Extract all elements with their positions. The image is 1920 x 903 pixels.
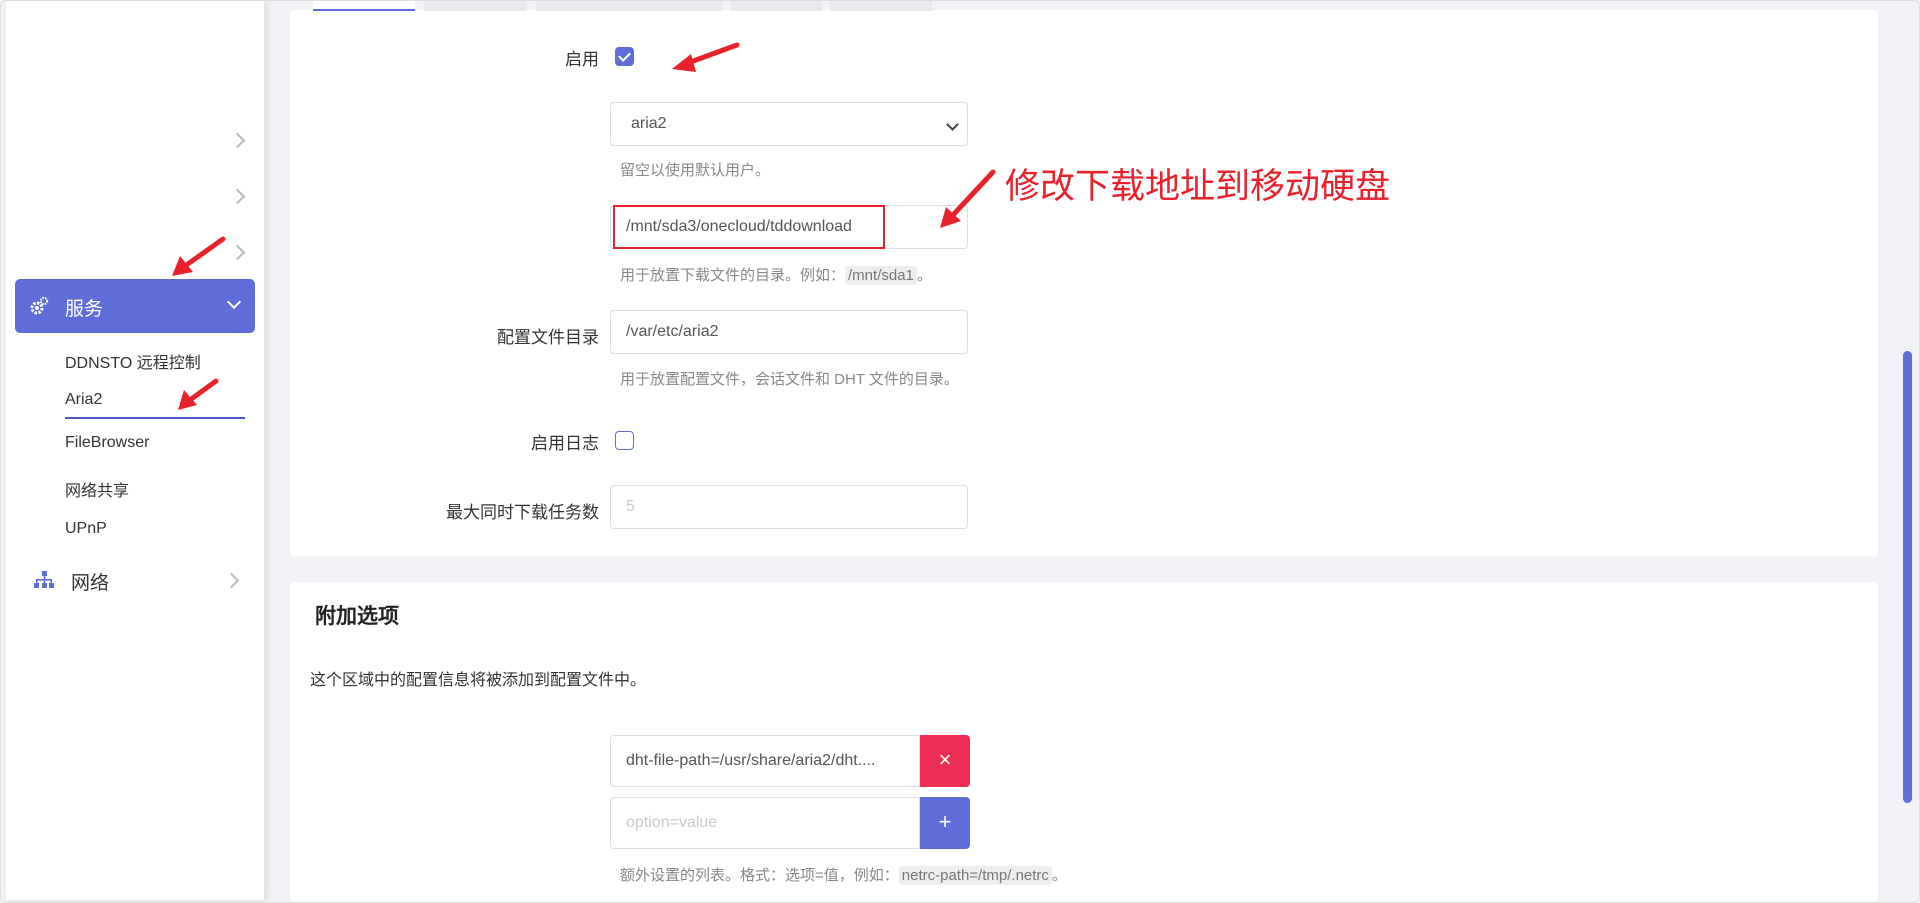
user-select[interactable]: aria2	[610, 102, 968, 146]
config-dir-hint: 用于放置配置文件，会话文件和 DHT 文件的目录。	[620, 371, 959, 388]
tab-basic[interactable]	[313, 0, 415, 11]
chevron-right-icon	[223, 572, 240, 589]
tab-3[interactable]	[536, 0, 723, 11]
config-dir-label: 配置文件目录	[497, 328, 599, 347]
sidebar-group-services[interactable]: 服务	[15, 279, 255, 333]
tab-4[interactable]	[731, 0, 822, 11]
extra-option-input[interactable]	[610, 735, 920, 787]
chevron-right-icon[interactable]	[229, 132, 246, 149]
chevron-right-icon[interactable]	[229, 244, 246, 261]
download-dir-input[interactable]	[610, 205, 968, 249]
tab-5[interactable]	[830, 0, 932, 11]
add-option-button[interactable]: +	[920, 797, 970, 849]
basic-settings-card	[290, 10, 1878, 556]
extra-hint: 额外设置的列表。格式：选项=值，例如： netrc-path=/tmp/.netr…	[620, 864, 1067, 885]
section-description: 这个区域中的配置信息将被添加到配置文件中。	[310, 672, 647, 689]
enable-checkbox[interactable]	[615, 47, 634, 66]
extra-options-card	[290, 582, 1878, 903]
user-hint: 留空以使用默认用户。	[620, 162, 771, 179]
sidebar-item-aria2[interactable]: Aria2	[65, 391, 247, 419]
hint-text: 。	[1051, 867, 1067, 884]
sidebar-item-filebrowser[interactable]: FileBrowser	[65, 434, 149, 452]
sidebar: 服务 DDNSTO 远程控制 Aria2 FileBrowser 网络共享 UP…	[6, 0, 265, 900]
sidebar-group-label: 网络	[71, 573, 110, 594]
hint-text: 。	[916, 267, 932, 284]
remove-option-button[interactable]: ×	[920, 735, 970, 787]
config-dir-input[interactable]	[610, 310, 968, 354]
max-tasks-label: 最大同时下载任务数	[446, 503, 599, 522]
log-checkbox[interactable]	[615, 431, 634, 450]
new-option-input[interactable]	[610, 797, 920, 849]
sidebar-item-network-share[interactable]: 网络共享	[65, 477, 129, 501]
sidebar-group-network[interactable]: 网络	[26, 565, 256, 595]
tab-2[interactable]	[424, 0, 527, 11]
section-title: 附加选项	[315, 605, 399, 628]
download-dir-hint: 用于放置下载文件的目录。例如：/mnt/sda1。	[620, 264, 932, 285]
sidebar-item-ddnsto[interactable]: DDNSTO 远程控制	[65, 349, 201, 373]
enable-label: 启用	[565, 50, 599, 69]
chevron-right-icon[interactable]	[229, 188, 246, 205]
hint-text: 用于放置下载文件的目录。例如：	[620, 267, 846, 284]
gears-icon	[30, 296, 49, 315]
sidebar-item-upnp[interactable]: UPnP	[65, 520, 107, 538]
annotation-text: 修改下载地址到移动硬盘	[1005, 167, 1391, 206]
hint-text: 额外设置的列表。格式：选项=值，例如：	[620, 867, 899, 884]
hint-code: /mnt/sda1	[845, 266, 917, 285]
hint-code: netrc-path=/tmp/.netrc	[898, 866, 1052, 885]
log-label: 启用日志	[531, 434, 599, 453]
chevron-down-icon	[226, 294, 242, 310]
sitemap-icon	[34, 571, 54, 588]
scrollbar-thumb[interactable]	[1903, 351, 1912, 803]
max-tasks-input[interactable]	[610, 485, 968, 529]
sidebar-group-label: 服务	[65, 299, 104, 320]
